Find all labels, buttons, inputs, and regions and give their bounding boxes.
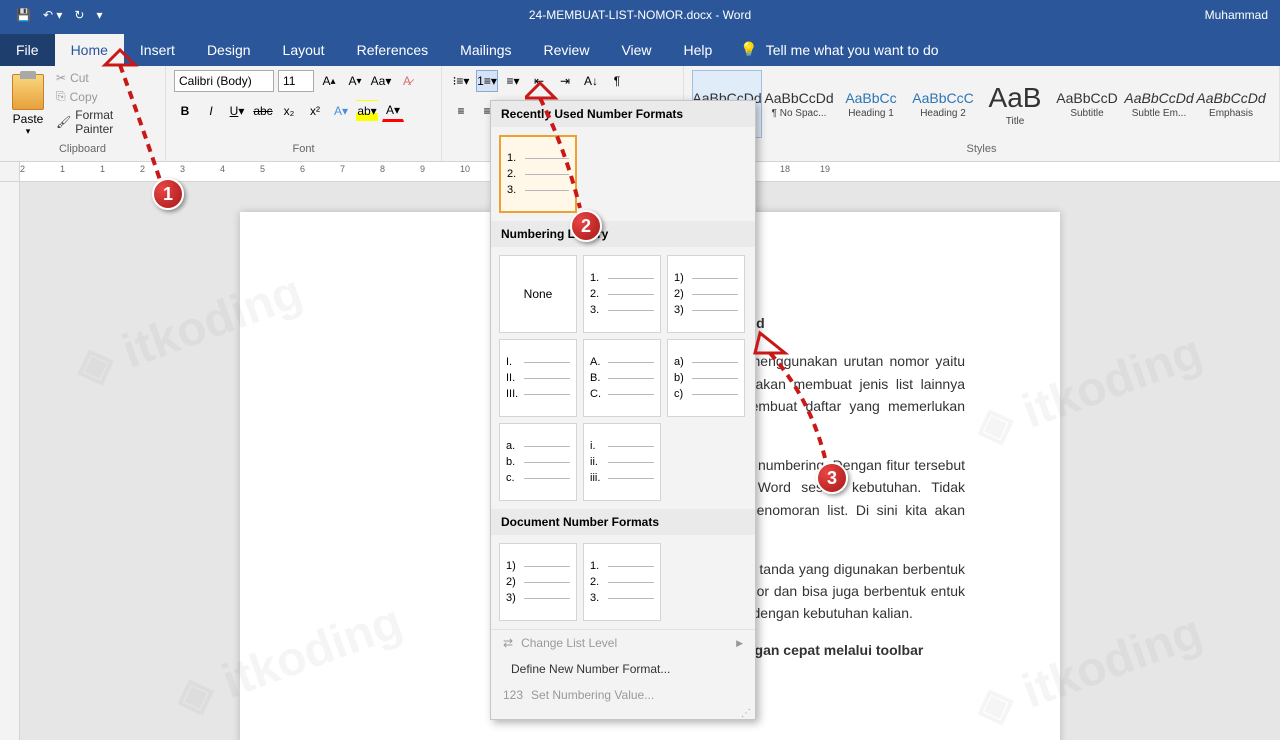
- strikethrough-icon[interactable]: abc: [252, 100, 274, 122]
- tell-me-search[interactable]: 💡 Tell me what you want to do: [728, 33, 950, 66]
- clipboard-group-label: Clipboard: [8, 141, 157, 157]
- text-effects-icon[interactable]: A▾: [330, 100, 352, 122]
- numbering-option[interactable]: A.B.C.: [583, 339, 661, 417]
- numbering-option[interactable]: i.ii.iii.: [583, 423, 661, 501]
- font-group-label: Font: [174, 141, 433, 157]
- tab-file[interactable]: File: [0, 34, 55, 66]
- lightbulb-icon: 💡: [740, 41, 757, 58]
- paste-button[interactable]: Paste ▾: [8, 70, 48, 141]
- decrease-indent-icon[interactable]: ⇤: [528, 70, 550, 92]
- numbering-icon[interactable]: 1≡▾: [476, 70, 498, 92]
- tab-help[interactable]: Help: [668, 34, 729, 66]
- style-subtleem[interactable]: AaBbCcDdSubtle Em...: [1124, 70, 1194, 138]
- tab-design[interactable]: Design: [191, 34, 267, 66]
- show-marks-icon[interactable]: ¶: [606, 70, 628, 92]
- numbering-option[interactable]: 1.2.3.: [499, 135, 577, 213]
- superscript-icon[interactable]: x²: [304, 100, 326, 122]
- clear-format-icon[interactable]: A̷: [396, 70, 418, 92]
- bold-icon[interactable]: B: [174, 100, 196, 122]
- bullets-icon[interactable]: ⁝≡▾: [450, 70, 472, 92]
- multilevel-icon[interactable]: ≡▾: [502, 70, 524, 92]
- numbering-option[interactable]: 1)2)3): [499, 543, 577, 621]
- sort-icon[interactable]: A↓: [580, 70, 602, 92]
- italic-icon[interactable]: I: [200, 100, 222, 122]
- numbering-option[interactable]: a.b.c.: [499, 423, 577, 501]
- numbering-option[interactable]: 1.2.3.: [583, 255, 661, 333]
- document-title: 24-MEMBUAT-LIST-NOMOR.docx - Word: [529, 8, 751, 22]
- tab-insert[interactable]: Insert: [124, 34, 191, 66]
- copy-icon: ⎘: [56, 89, 66, 104]
- underline-icon[interactable]: U▾: [226, 100, 248, 122]
- change-list-level[interactable]: ⇄Change List Level▶: [491, 630, 755, 656]
- align-left-icon[interactable]: ≡: [450, 100, 472, 122]
- style-heading[interactable]: AaBbCcCHeading 2: [908, 70, 978, 138]
- numbering-library-header: Numbering Library: [491, 221, 755, 247]
- font-color-icon[interactable]: A▾: [382, 100, 404, 122]
- style-title[interactable]: AaBTitle: [980, 70, 1050, 138]
- shrink-font-icon[interactable]: A▾: [344, 70, 366, 92]
- font-name-select[interactable]: [174, 70, 274, 92]
- tab-references[interactable]: References: [341, 34, 445, 66]
- qat-more-icon[interactable]: ▾: [96, 8, 102, 22]
- undo-icon[interactable]: ↶ ▾: [43, 8, 62, 22]
- subscript-icon[interactable]: x₂: [278, 100, 300, 122]
- tab-review[interactable]: Review: [528, 34, 606, 66]
- resize-handle-icon[interactable]: ⋰: [491, 708, 755, 719]
- vertical-ruler[interactable]: [0, 182, 20, 740]
- numbering-option[interactable]: 1)2)3): [667, 255, 745, 333]
- grow-font-icon[interactable]: A▴: [318, 70, 340, 92]
- numbering-dropdown: Recently Used Number Formats 1.2.3. Numb…: [490, 100, 756, 720]
- ruler-corner: [0, 162, 20, 181]
- set-numbering-value[interactable]: 123Set Numbering Value...: [491, 682, 755, 708]
- numbering-option[interactable]: I.II.III.: [499, 339, 577, 417]
- numbering-none[interactable]: None: [499, 255, 577, 333]
- scissors-icon: ✂: [56, 71, 66, 85]
- redo-icon[interactable]: ↻: [74, 8, 84, 22]
- save-icon[interactable]: 💾: [16, 8, 31, 22]
- user-name[interactable]: Muhammad: [1205, 8, 1280, 22]
- copy-button[interactable]: ⎘Copy: [52, 88, 157, 105]
- highlight-icon[interactable]: ab▾: [356, 100, 378, 122]
- recent-formats-header: Recently Used Number Formats: [491, 101, 755, 127]
- font-size-select[interactable]: [278, 70, 314, 92]
- change-case-icon[interactable]: Aa▾: [370, 70, 392, 92]
- styles-group-label: Styles: [692, 141, 1271, 157]
- tab-mailings[interactable]: Mailings: [444, 34, 527, 66]
- doc-formats-header: Document Number Formats: [491, 509, 755, 535]
- paste-icon: [12, 74, 44, 110]
- numbering-option[interactable]: a)b)c): [667, 339, 745, 417]
- format-painter-button[interactable]: 🖌Format Painter: [52, 107, 157, 137]
- style-subtitle[interactable]: AaBbCcDSubtitle: [1052, 70, 1122, 138]
- tab-layout[interactable]: Layout: [267, 34, 341, 66]
- style-nospac[interactable]: AaBbCcDd¶ No Spac...: [764, 70, 834, 138]
- increase-indent-icon[interactable]: ⇥: [554, 70, 576, 92]
- tab-home[interactable]: Home: [55, 34, 124, 66]
- cut-button[interactable]: ✂Cut: [52, 70, 157, 86]
- numbering-option[interactable]: 1.2.3.: [583, 543, 661, 621]
- style-heading[interactable]: AaBbCcHeading 1: [836, 70, 906, 138]
- tab-view[interactable]: View: [605, 34, 667, 66]
- brush-icon: 🖌: [56, 115, 71, 129]
- style-emphasis[interactable]: AaBbCcDdEmphasis: [1196, 70, 1266, 138]
- define-new-format[interactable]: Define New Number Format...: [491, 656, 755, 682]
